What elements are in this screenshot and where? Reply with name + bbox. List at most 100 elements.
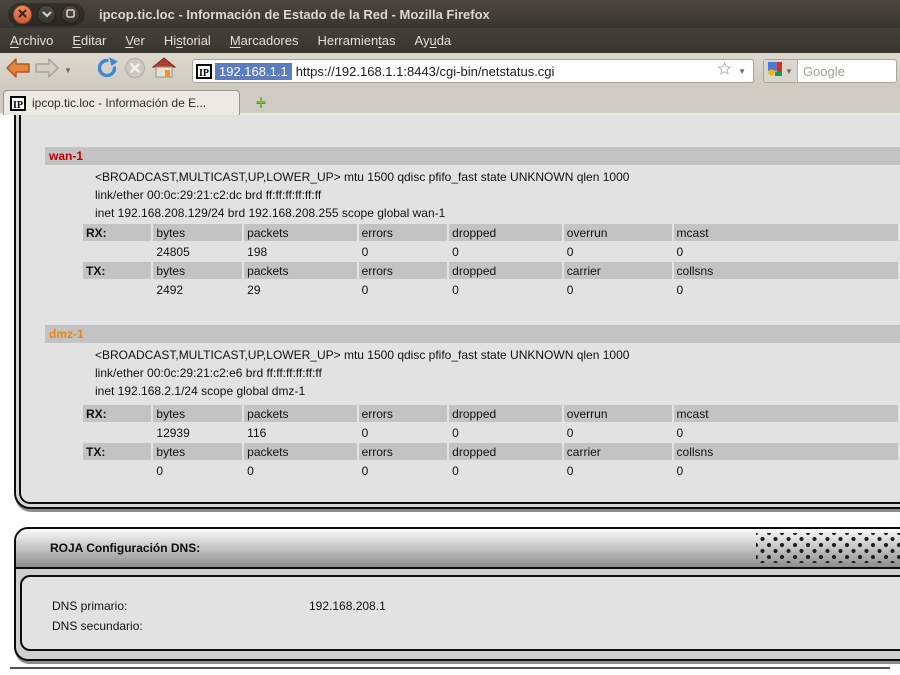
url-dropdown-icon[interactable]: ▼ — [738, 67, 746, 76]
table-header-cell: bytes — [153, 443, 242, 460]
dns-primary-label: DNS primario: — [52, 597, 127, 615]
new-tab-button[interactable]: + — [250, 92, 272, 112]
table-header-cell: bytes — [153, 262, 242, 279]
tab-title: ipcop.tic.loc - Información de E... — [32, 96, 206, 110]
table-header-cell: errors — [359, 405, 448, 422]
dns-panel: ROJA Configuración DNS: DNS primario: 19… — [14, 527, 900, 661]
wan-stats-table: RX: bytes packets errors dropped overrun… — [81, 222, 900, 300]
tab-favicon-icon: IP — [10, 96, 26, 111]
url-text: https://192.168.1.1:8443/cgi-bin/netstat… — [296, 64, 713, 79]
dns-secondary-label: DNS secundario: — [52, 617, 143, 635]
url-selected-text: 192.168.1.1 — [215, 63, 292, 80]
reload-button[interactable] — [93, 57, 121, 83]
page-content: wan-1 <BROADCAST,MULTICAST,UP,LOWER_UP> … — [0, 115, 900, 675]
interface-flags: <BROADCAST,MULTICAST,UP,LOWER_UP> mtu 15… — [95, 346, 900, 364]
table-row: 0 0 0 0 0 0 — [83, 462, 898, 479]
menu-marcadores[interactable]: Marcadores — [230, 33, 299, 48]
window-title: ipcop.tic.loc - Información de Estado de… — [99, 7, 490, 22]
table-header-cell: dropped — [449, 224, 562, 241]
tab-netstatus[interactable]: IP ipcop.tic.loc - Información de E... — [3, 90, 240, 115]
table-value-cell: 0 — [153, 462, 242, 479]
table-value-cell: 198 — [244, 243, 356, 260]
table-header-cell: packets — [244, 224, 356, 241]
interface-link: link/ether 00:0c:29:21:c2:e6 brd ff:ff:f… — [95, 364, 900, 382]
home-button[interactable] — [150, 57, 178, 83]
back-button[interactable] — [4, 57, 32, 83]
menu-ayuda[interactable]: Ayuda — [415, 33, 452, 48]
table-header-cell: mcast — [674, 224, 898, 241]
table-row: RX: bytes packets errors dropped overrun… — [83, 405, 898, 422]
search-input[interactable] — [798, 63, 889, 80]
table-header-cell: collsns — [674, 262, 898, 279]
window-close-button[interactable] — [13, 5, 32, 24]
dns-panel-header: ROJA Configuración DNS: — [16, 529, 900, 569]
menu-editar[interactable]: Editar — [72, 33, 106, 48]
table-header-cell: overrun — [564, 405, 672, 422]
table-header-cell: errors — [359, 262, 448, 279]
search-engine-dropdown-icon: ▼ — [785, 67, 793, 76]
table-value-cell: 0 — [359, 243, 448, 260]
table-header-cell: bytes — [153, 224, 242, 241]
interface-inet: inet 192.168.2.1/24 scope global dmz-1 — [95, 382, 900, 400]
table-header-cell: dropped — [449, 262, 562, 279]
table-row: TX: bytes packets errors dropped carrier… — [83, 262, 898, 279]
horizontal-rule — [10, 667, 890, 669]
table-row: RX: bytes packets errors dropped overrun… — [83, 224, 898, 241]
window-controls — [8, 3, 85, 26]
tx-label: TX: — [83, 262, 151, 279]
table-value-cell: 24805 — [153, 243, 242, 260]
table-header-cell: dropped — [449, 443, 562, 460]
table-header-cell: packets — [244, 405, 356, 422]
google-icon — [768, 62, 782, 81]
reload-icon — [95, 56, 119, 85]
table-row: 12939 116 0 0 0 0 — [83, 424, 898, 441]
search-engine-selector[interactable]: ▼ — [764, 60, 798, 82]
window-minimize-button[interactable] — [37, 5, 56, 24]
halftone-dots-decoration — [756, 533, 900, 563]
table-value-cell: 12939 — [153, 424, 242, 441]
table-value-cell: 0 — [674, 243, 898, 260]
search-box: ▼ — [763, 59, 897, 83]
interface-flags: <BROADCAST,MULTICAST,UP,LOWER_UP> mtu 15… — [95, 168, 900, 186]
window-maximize-button[interactable] — [61, 5, 80, 24]
menu-ver[interactable]: Ver — [125, 33, 145, 48]
home-icon — [152, 57, 176, 84]
table-header-cell: mcast — [674, 405, 898, 422]
tabbar: IP ipcop.tic.loc - Información de E... + — [0, 88, 900, 115]
interface-name: wan-1 — [49, 149, 83, 163]
table-value-cell: 0 — [244, 462, 356, 479]
menu-herramientas[interactable]: Herramientas — [317, 33, 395, 48]
back-icon — [5, 57, 31, 84]
menubar: Archivo Editar Ver Historial Marcadores … — [0, 28, 900, 54]
table-value-cell: 0 — [359, 281, 448, 298]
stop-icon — [124, 57, 146, 84]
table-header-cell: collsns — [674, 443, 898, 460]
interface-header-wan: wan-1 — [45, 147, 900, 165]
rx-label: RX: — [83, 405, 151, 422]
table-value-cell: 2492 — [153, 281, 242, 298]
interface-inet: inet 192.168.208.129/24 brd 192.168.208.… — [95, 204, 900, 222]
table-value-cell: 29 — [244, 281, 356, 298]
bookmark-star-icon[interactable] — [717, 61, 732, 81]
table-header-cell: carrier — [564, 262, 672, 279]
table-value-cell: 116 — [244, 424, 356, 441]
table-value-cell: 0 — [564, 462, 672, 479]
table-value-cell: 0 — [359, 424, 448, 441]
close-icon — [18, 5, 27, 23]
dns-primary-value: 192.168.208.1 — [309, 597, 386, 615]
table-header-cell: errors — [359, 224, 448, 241]
table-header-cell: packets — [244, 262, 356, 279]
table-value-cell: 0 — [674, 424, 898, 441]
table-header-cell: dropped — [449, 405, 562, 422]
history-dropdown-button[interactable]: ▼ — [60, 57, 76, 83]
plus-icon: + — [256, 92, 267, 113]
maximize-icon — [66, 5, 75, 23]
stop-button[interactable] — [121, 57, 149, 83]
url-input[interactable]: IP 192.168.1.1 https://192.168.1.1:8443/… — [192, 59, 754, 83]
menu-archivo[interactable]: Archivo — [10, 33, 53, 48]
forward-button[interactable] — [33, 57, 61, 83]
table-value-cell: 0 — [449, 424, 562, 441]
forward-icon — [34, 57, 60, 84]
menu-historial[interactable]: Historial — [164, 33, 211, 48]
table-value-cell: 0 — [564, 243, 672, 260]
